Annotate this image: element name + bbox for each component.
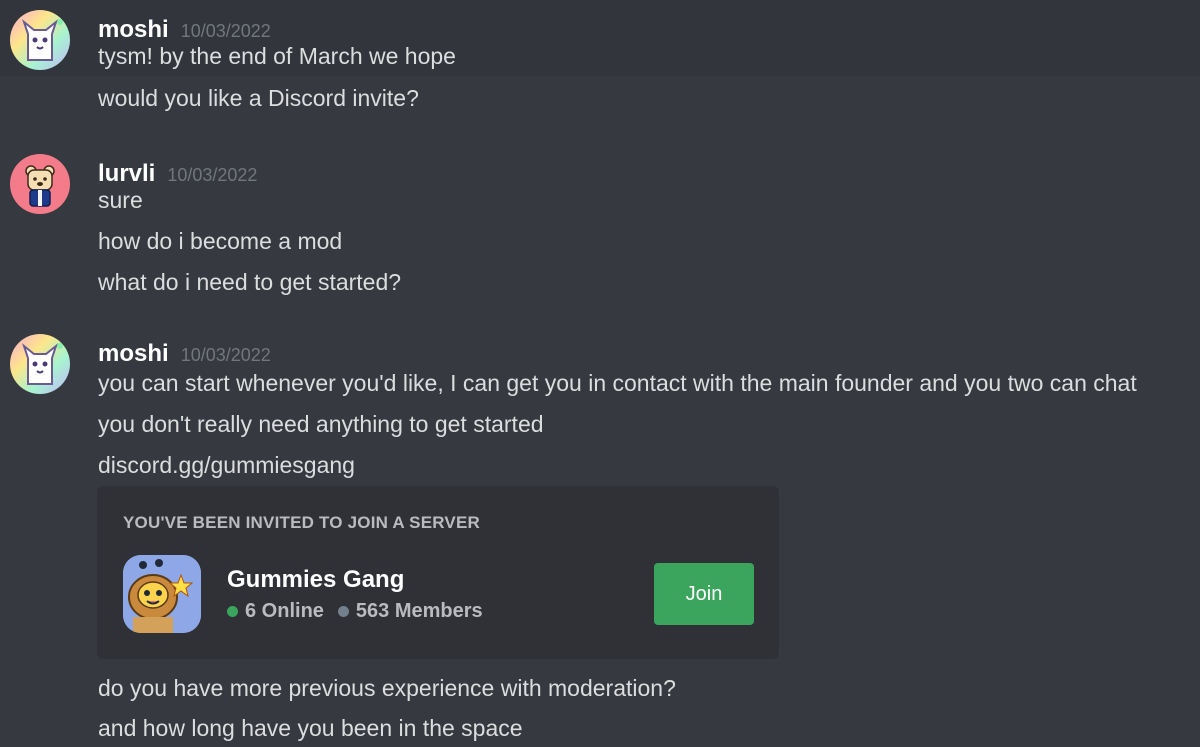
bee-bear-server-icon[interactable] [123, 555, 201, 633]
bear-avatar-icon[interactable] [10, 154, 70, 214]
rainbow-cat-avatar-icon[interactable] [10, 334, 70, 394]
username[interactable]: moshi [98, 340, 169, 368]
message-text: and how long have you been in the space [98, 715, 523, 741]
chat-messages: moshi 10/03/2022 tysm! by the end of Mar… [0, 0, 1200, 747]
server-name[interactable]: Gummies Gang [227, 566, 404, 594]
invite-title: YOU'VE BEEN INVITED TO JOIN A SERVER [123, 513, 480, 532]
server-invite-card: YOU'VE BEEN INVITED TO JOIN A SERVER Gum… [97, 486, 779, 659]
message-text: you can start whenever you'd like, I can… [98, 370, 1137, 396]
message-header: moshi 10/03/2022 [98, 16, 271, 44]
message-text: how do i become a mod [98, 228, 343, 254]
message-text: tysm! by the end of March we hope [98, 43, 456, 69]
online-count: 6 Online [245, 600, 324, 622]
timestamp: 10/03/2022 [180, 345, 271, 365]
join-button[interactable]: Join [654, 563, 754, 625]
server-stats: 6 Online 563 Members [227, 600, 483, 623]
message-text: would you like a Discord invite? [98, 85, 419, 111]
message-header: moshi 10/03/2022 [98, 340, 271, 368]
timestamp: 10/03/2022 [167, 165, 258, 185]
invite-link[interactable]: discord.gg/gummiesgang [98, 451, 355, 479]
username[interactable]: moshi [98, 16, 169, 44]
online-dot-icon [227, 606, 238, 617]
username[interactable]: lurvli [98, 160, 155, 188]
message-text: you don't really need anything to get st… [98, 411, 544, 437]
members-dot-icon [337, 606, 349, 617]
message-text: do you have more previous experience wit… [98, 675, 676, 701]
message-header: lurvli 10/03/2022 [98, 160, 257, 188]
message-text: what do i need to get started? [98, 269, 402, 295]
member-count: 563 Members [355, 600, 483, 622]
message-text: sure [98, 187, 143, 213]
rainbow-cat-avatar-icon[interactable] [10, 10, 70, 70]
timestamp: 10/03/2022 [180, 21, 271, 41]
